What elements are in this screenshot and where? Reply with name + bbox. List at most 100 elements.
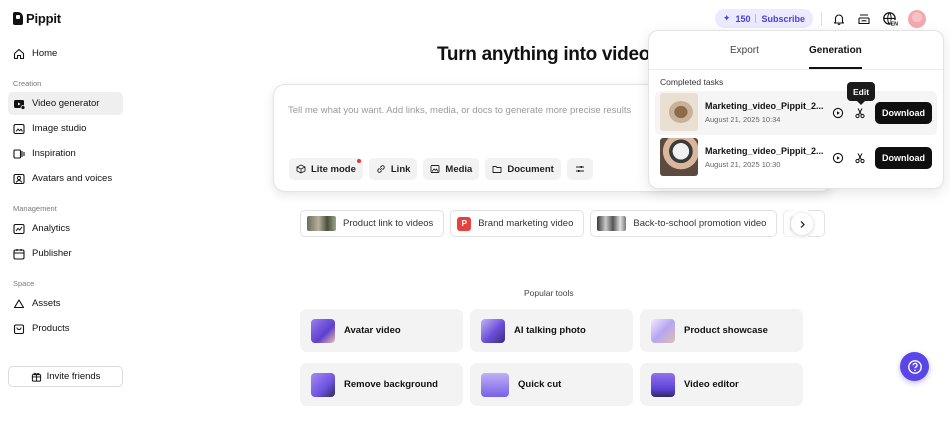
tool-label: AI talking photo bbox=[514, 325, 586, 336]
prompt-toolbar: Lite mode Link Media Document bbox=[289, 158, 593, 180]
language-code: EN bbox=[891, 21, 898, 27]
gift-icon bbox=[31, 372, 41, 382]
quick-cut-thumbnail bbox=[481, 372, 509, 397]
sidebar-item-video-generator[interactable]: Video generator bbox=[8, 92, 123, 115]
folder-icon bbox=[492, 166, 502, 173]
video-generator-icon bbox=[14, 99, 25, 110]
settings-sliders-button[interactable] bbox=[566, 158, 593, 180]
link-button[interactable]: Link bbox=[368, 158, 418, 180]
play-icon[interactable] bbox=[832, 107, 844, 119]
top-divider bbox=[821, 11, 822, 26]
sidebar-item-home[interactable]: Home bbox=[8, 42, 123, 65]
lite-mode-label: Lite mode bbox=[311, 163, 356, 175]
bag-icon bbox=[13, 323, 25, 334]
link-label: Link bbox=[390, 163, 411, 175]
task-thumbnail bbox=[660, 138, 698, 176]
section-label-space: Space bbox=[13, 279, 35, 288]
user-avatar[interactable] bbox=[908, 9, 926, 28]
scissors-icon[interactable] bbox=[854, 107, 866, 119]
link-icon bbox=[377, 165, 385, 173]
sidebar-item-label: Inspiration bbox=[32, 148, 76, 159]
tool-label: Remove background bbox=[344, 379, 438, 390]
tool-remove-background[interactable]: Remove background bbox=[300, 363, 463, 406]
media-button[interactable]: Media bbox=[423, 158, 480, 180]
play-icon[interactable] bbox=[832, 152, 844, 164]
task-row[interactable]: Marketing_video_Pippit_2... August 21, 2… bbox=[655, 136, 937, 180]
tab-export[interactable]: Export bbox=[730, 45, 759, 56]
suggestion-label: Product link to videos bbox=[343, 218, 434, 229]
sidebar-item-label: Assets bbox=[32, 298, 61, 309]
section-label-creation: Creation bbox=[13, 79, 42, 88]
section-label-management: Management bbox=[13, 204, 57, 213]
image-studio-icon bbox=[13, 123, 25, 134]
sidebar-item-label: Analytics bbox=[32, 223, 71, 234]
sidebar-item-label: Video generator bbox=[32, 98, 100, 109]
tasks-tray-icon[interactable] bbox=[855, 10, 872, 27]
tasks-popover: Export Generation Completed tasks Market… bbox=[648, 30, 944, 189]
sidebar-item-assets[interactable]: Assets bbox=[8, 292, 123, 315]
tab-generation[interactable]: Generation bbox=[809, 45, 862, 69]
suggestion-thumbnail bbox=[597, 216, 627, 231]
suggestion-label: Back-to-school promotion video bbox=[633, 218, 767, 229]
sidebar-item-avatars-and-voices[interactable]: Avatars and voices bbox=[8, 167, 123, 190]
task-thumbnail bbox=[660, 93, 698, 131]
sidebar-item-publisher[interactable]: Publisher bbox=[8, 242, 123, 265]
sidebar-item-products[interactable]: Products bbox=[8, 317, 123, 340]
tool-label: Product showcase bbox=[684, 325, 768, 336]
popular-tools-heading: Popular tools bbox=[524, 288, 574, 298]
tool-label: Video editor bbox=[684, 379, 739, 390]
invite-friends-label: Invite friends bbox=[46, 371, 101, 382]
carousel-next-button[interactable] bbox=[791, 213, 813, 235]
suggestion-back-to-school[interactable]: Back-to-school promotion video bbox=[590, 210, 778, 237]
download-button[interactable]: Download bbox=[875, 147, 932, 169]
subscribe-link[interactable]: Subscribe bbox=[761, 14, 805, 24]
tool-quick-cut[interactable]: Quick cut bbox=[470, 363, 633, 406]
notification-bell-icon[interactable] bbox=[830, 10, 847, 27]
sidebar-item-image-studio[interactable]: Image studio bbox=[8, 117, 123, 140]
prompt-input[interactable]: Tell me what you want. Add links, media,… bbox=[288, 105, 673, 116]
avatar-video-thumbnail bbox=[311, 318, 335, 343]
analytics-icon bbox=[13, 223, 25, 234]
credits-pill[interactable]: ✦ 150 Subscribe bbox=[714, 9, 813, 28]
edit-tooltip: Edit bbox=[847, 82, 876, 105]
sliders-icon bbox=[575, 166, 584, 172]
popover-tabs: Export Generation bbox=[649, 31, 943, 70]
sparkle-icon: ✦ bbox=[722, 13, 731, 23]
tool-product-showcase[interactable]: Product showcase bbox=[640, 309, 803, 352]
suggestion-brand-marketing[interactable]: P Brand marketing video bbox=[450, 210, 585, 237]
completed-tasks-heading: Completed tasks bbox=[660, 77, 724, 87]
cloud-icon bbox=[13, 298, 25, 308]
app-logo[interactable]: Pippit bbox=[13, 11, 61, 26]
tool-label: Quick cut bbox=[518, 379, 562, 390]
credits-divider bbox=[755, 14, 757, 23]
sidebar-item-inspiration[interactable]: Inspiration bbox=[8, 142, 123, 165]
image-icon bbox=[430, 165, 440, 173]
sidebar-item-label: Products bbox=[32, 323, 70, 334]
tool-ai-talking-photo[interactable]: AI talking photo bbox=[470, 309, 633, 352]
task-name: Marketing_video_Pippit_2... bbox=[705, 101, 824, 111]
home-icon bbox=[13, 48, 25, 59]
task-row[interactable]: Marketing_video_Pippit_2... August 21, 2… bbox=[655, 91, 937, 135]
sidebar-item-label: Publisher bbox=[32, 248, 72, 259]
credits-count: 150 bbox=[735, 13, 751, 24]
help-button[interactable] bbox=[900, 352, 929, 381]
sidebar-item-analytics[interactable]: Analytics bbox=[8, 217, 123, 240]
inspiration-icon bbox=[13, 148, 25, 159]
suggestion-product-link[interactable]: Product link to videos bbox=[300, 210, 445, 237]
tool-label: Avatar video bbox=[344, 325, 401, 336]
top-bar: ✦ 150 Subscribe EN bbox=[714, 9, 926, 28]
new-indicator-dot bbox=[356, 159, 361, 163]
sidebar-item-label: Avatars and voices bbox=[32, 173, 113, 184]
scissors-icon[interactable] bbox=[854, 152, 866, 164]
tool-video-editor[interactable]: Video editor bbox=[640, 363, 803, 406]
download-button[interactable]: Download bbox=[875, 102, 932, 124]
language-globe-icon[interactable]: EN bbox=[880, 10, 900, 27]
sidebar-item-label: Image studio bbox=[32, 123, 87, 134]
tool-avatar-video[interactable]: Avatar video bbox=[300, 309, 463, 352]
sidebar: Pippit Home Creation Video generator Ima… bbox=[0, 0, 130, 423]
invite-friends-button[interactable]: Invite friends bbox=[8, 366, 123, 387]
lite-mode-button[interactable]: Lite mode bbox=[289, 158, 363, 180]
sidebar-item-label: Home bbox=[32, 48, 58, 59]
suggestion-label: Brand marketing video bbox=[478, 218, 574, 229]
document-button[interactable]: Document bbox=[485, 158, 561, 180]
